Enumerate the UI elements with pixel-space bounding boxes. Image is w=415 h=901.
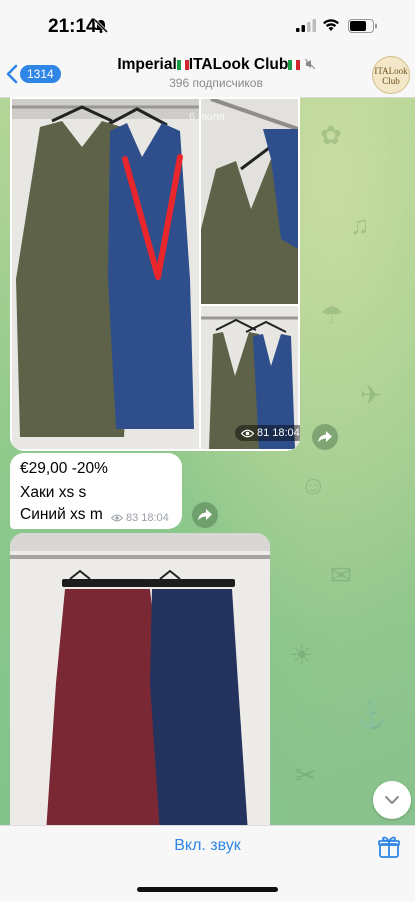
avatar-text-line2: Club <box>382 76 400 86</box>
text-message[interactable]: €29,00 -20% Хаки xs s Синий xs m 83 18:0… <box>10 453 182 529</box>
dresses-closeup-photo <box>201 97 299 304</box>
silent-bell-icon <box>93 18 109 34</box>
chevron-left-icon <box>6 64 18 84</box>
dresses-photo <box>12 99 199 449</box>
doodle-icon: ⚓ <box>355 700 388 730</box>
muted-icon <box>304 58 316 70</box>
home-indicator <box>137 887 278 892</box>
doodle-icon: ✂ <box>295 760 317 790</box>
blue-sizes-line: Синий xs m <box>20 506 103 523</box>
channel-avatar[interactable]: ITALook Club <box>372 56 410 94</box>
bottom-bar: Вкл. звук <box>0 825 415 901</box>
album-view-count: 81 <box>257 427 270 439</box>
gift-icon[interactable] <box>377 835 401 859</box>
chat-header: 1314 Imperial ITALook Club 396 подписчико… <box>0 52 415 98</box>
channel-title: Imperial ITALook Club <box>96 56 336 74</box>
views-eye-icon <box>111 514 123 522</box>
share-arrow-icon <box>198 509 212 521</box>
unmute-button[interactable]: Вкл. звук <box>0 837 415 855</box>
text-time: 18:04 <box>141 512 169 524</box>
chevron-down-icon <box>385 796 399 804</box>
scroll-to-bottom-button[interactable] <box>373 781 411 819</box>
cellular-signal-icon <box>296 19 316 32</box>
forward-button[interactable] <box>312 424 338 450</box>
doodle-icon: ✈ <box>360 380 382 410</box>
photo-message-skirts[interactable] <box>10 533 270 833</box>
status-time: 21:14 <box>48 16 97 37</box>
album-time: 18:04 <box>272 427 300 439</box>
khaki-sizes-line: Хаки xs s <box>20 484 87 501</box>
doodle-icon: ♫ <box>350 210 370 240</box>
status-bar: 21:14 <box>0 0 415 52</box>
unread-count-badge: 1314 <box>20 65 61 83</box>
share-arrow-icon <box>318 431 332 443</box>
photo-dresses-closeup[interactable]: 6 июля <box>189 97 299 304</box>
forward-button[interactable] <box>192 502 218 528</box>
doodle-icon: ✉ <box>330 560 352 590</box>
album-meta: 81 18:04 <box>235 425 300 441</box>
price-line: €29,00 -20% <box>20 460 108 477</box>
text-view-count: 83 <box>126 512 139 524</box>
italy-flag-icon <box>288 60 301 70</box>
doodle-icon: ☺ <box>300 470 327 500</box>
channel-title-area[interactable]: Imperial ITALook Club 396 подписчиков <box>96 56 336 90</box>
album-date-label: 6 июля <box>189 111 225 123</box>
photo-dresses-back[interactable]: 81 18:04 <box>201 306 300 449</box>
wifi-icon <box>323 19 339 31</box>
avatar-text-line1: ITALook <box>374 66 408 76</box>
doodle-icon: ☀ <box>290 640 314 670</box>
skirts-photo <box>10 533 270 833</box>
doodle-icon: ✿ <box>320 120 342 150</box>
doodle-icon: ☂ <box>320 300 344 330</box>
italy-flag-icon <box>176 60 189 70</box>
text-message-meta: 83 18:04 <box>111 512 169 524</box>
battery-icon <box>348 19 377 33</box>
views-eye-icon <box>241 429 254 437</box>
photo-dresses-front[interactable] <box>12 99 199 449</box>
photo-album-message[interactable]: 6 июля 81 18:04 <box>10 97 300 451</box>
subscriber-count: 396 подписчиков <box>169 76 263 90</box>
back-button[interactable]: 1314 <box>6 64 61 84</box>
